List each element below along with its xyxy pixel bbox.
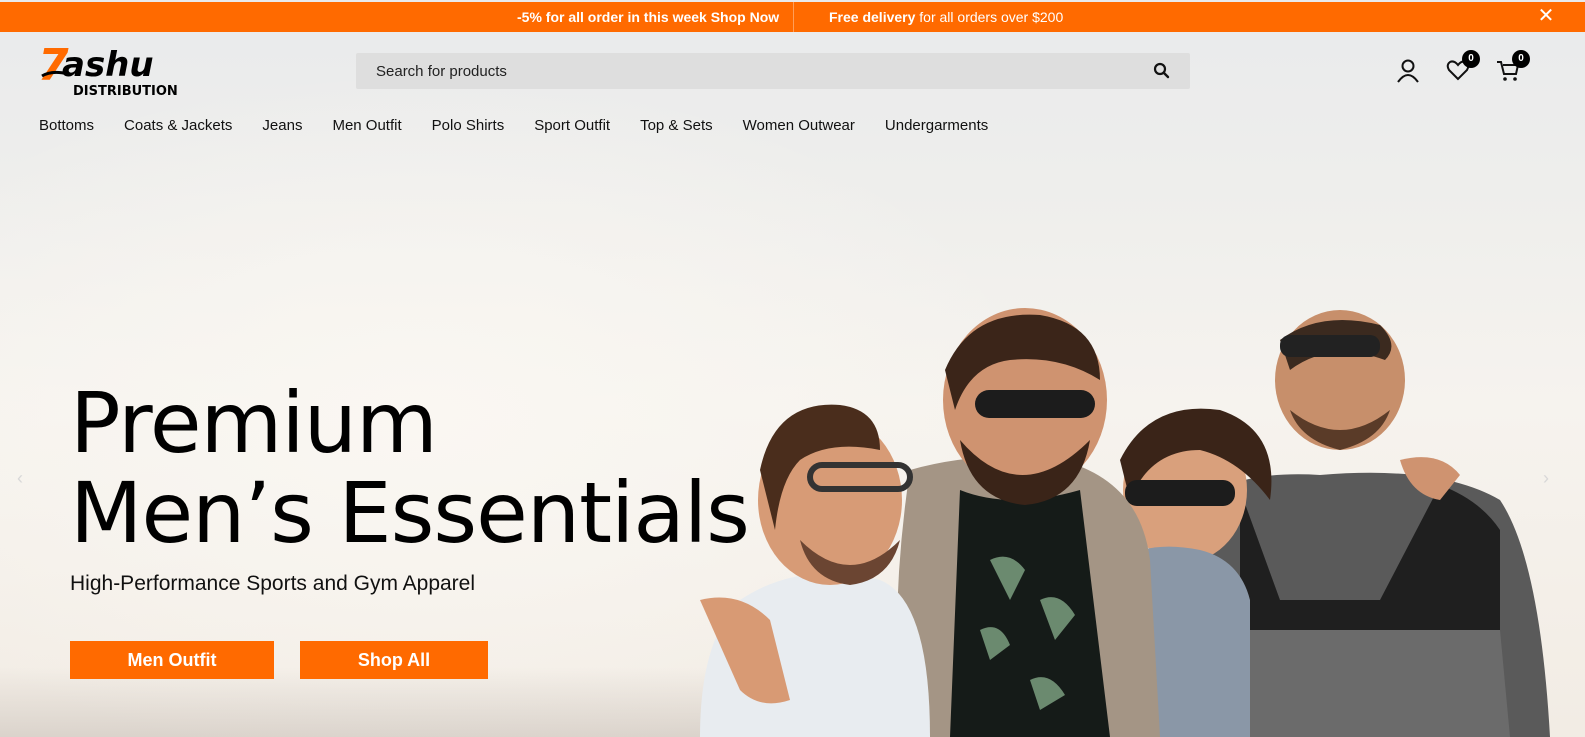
men-outfit-button[interactable]: Men Outfit (70, 641, 274, 679)
user-icon[interactable] (1396, 58, 1422, 84)
promo-message: -5% for all order in this week Shop Now (517, 9, 779, 25)
cart-count-badge: 0 (1512, 50, 1530, 68)
brand-logo[interactable]: 7 ashu DISTRIBUTION (38, 40, 188, 100)
nav-item-undergarments[interactable]: Undergarments (885, 117, 988, 134)
cart-button[interactable]: 0 (1496, 50, 1530, 84)
search-bar (356, 53, 1190, 89)
logo-subtitle: DISTRIBUTION (73, 84, 178, 99)
promo-text: -5% for all order in this week (517, 9, 711, 25)
wishlist-count-badge: 0 (1462, 50, 1480, 68)
hero-subtitle: High-Performance Sports and Gym Apparel (70, 572, 476, 595)
wishlist-button[interactable]: 0 (1446, 50, 1480, 84)
nav-item-bottoms[interactable]: Bottoms (39, 117, 94, 134)
search-icon[interactable] (1152, 61, 1172, 81)
nav-item-women-outwear[interactable]: Women Outwear (743, 117, 855, 134)
nav-item-polo-shirts[interactable]: Polo Shirts (432, 117, 505, 134)
nav-item-men-outfit[interactable]: Men Outfit (332, 117, 401, 134)
shop-now-link[interactable]: Shop Now (711, 9, 779, 25)
hero-title-line2: Men’s Essentials (70, 464, 750, 562)
announcement-divider (793, 2, 794, 32)
hero-image (700, 308, 1550, 737)
main-nav: Bottoms Coats & Jackets Jeans Men Outfit… (39, 117, 1018, 134)
nav-item-jeans[interactable]: Jeans (262, 117, 302, 134)
search-input[interactable] (356, 53, 1136, 89)
nav-item-coats-jackets[interactable]: Coats & Jackets (124, 117, 232, 134)
close-icon[interactable]: ✕ (1536, 6, 1556, 26)
logo-wordmark: ashu (62, 45, 154, 85)
hero-title-line1: Premium (70, 374, 438, 472)
hero-title: Premium Men’s Essentials (70, 374, 750, 562)
slider-next-icon[interactable]: › (1538, 468, 1554, 488)
delivery-bold-text: Free delivery (829, 9, 916, 25)
nav-item-top-sets[interactable]: Top & Sets (640, 117, 713, 134)
nav-item-sport-outfit[interactable]: Sport Outfit (534, 117, 610, 134)
slider-prev-icon[interactable]: ‹ (12, 468, 28, 488)
delivery-message: Free delivery for all orders over $200 (829, 9, 1063, 25)
delivery-text: for all orders over $200 (915, 9, 1064, 25)
announcement-bar: -5% for all order in this week Shop Now … (0, 2, 1585, 32)
shop-all-button[interactable]: Shop All (300, 641, 488, 679)
